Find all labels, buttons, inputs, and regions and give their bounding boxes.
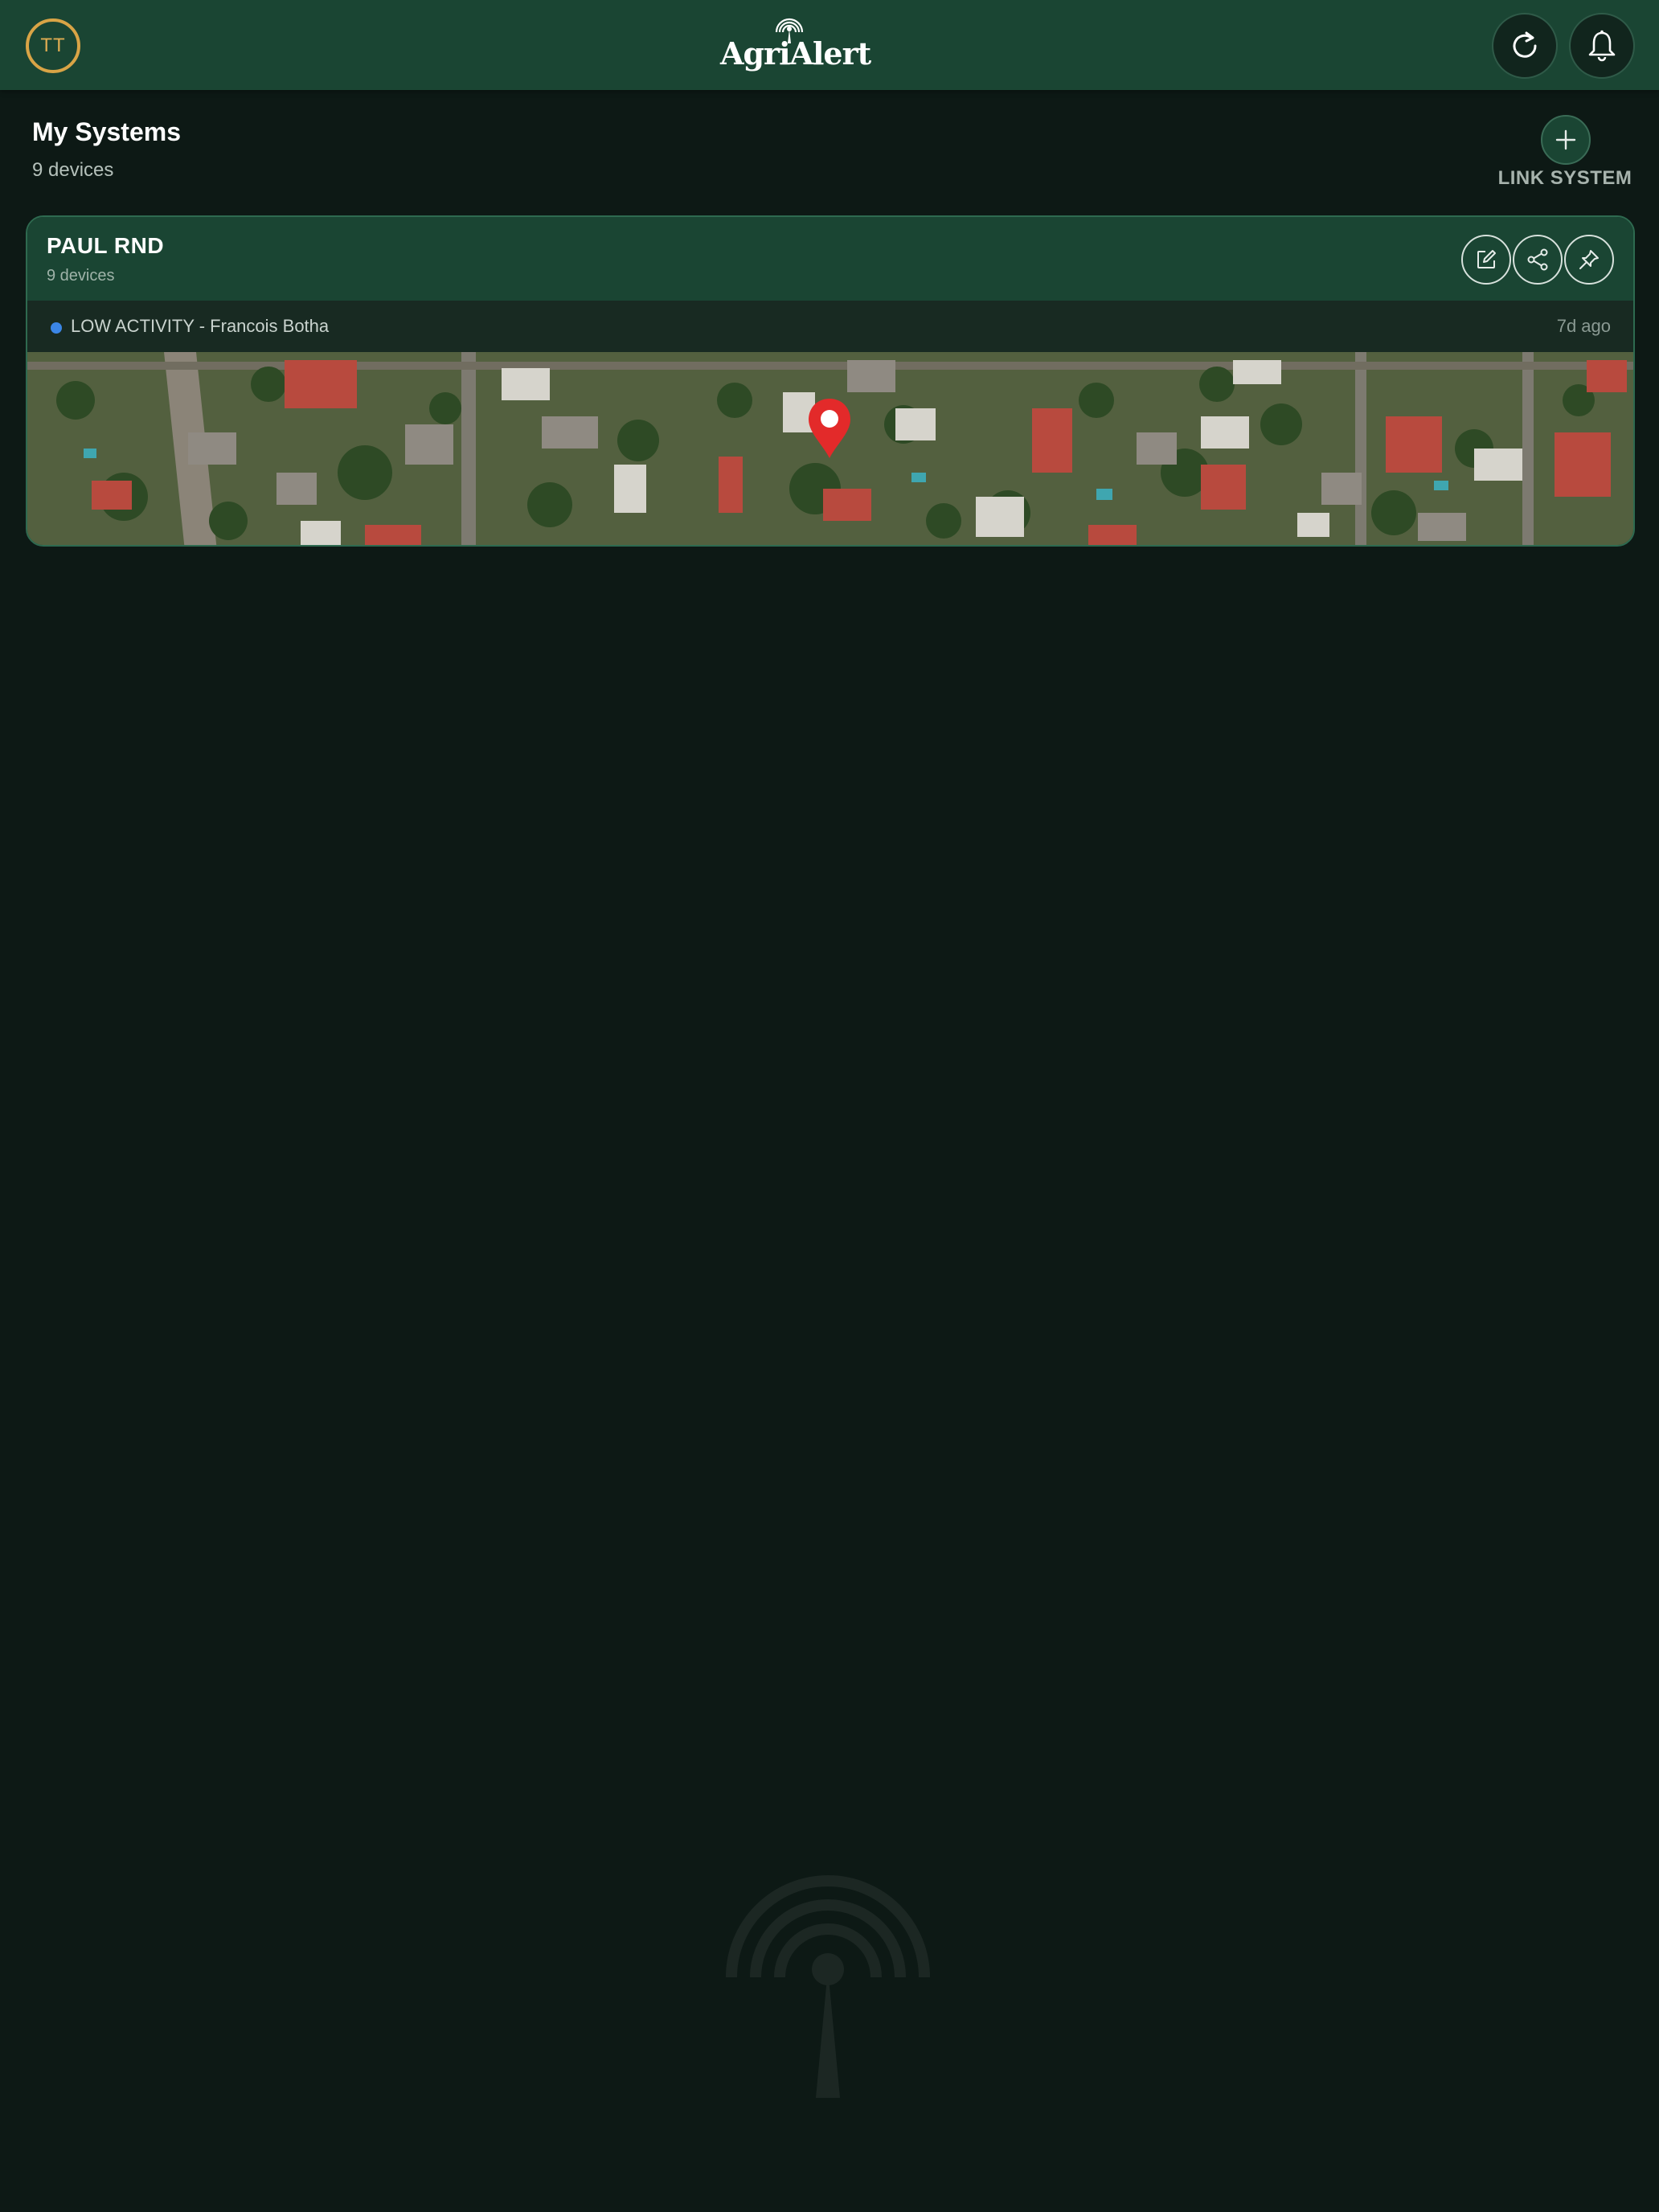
activity-status-dot [51, 322, 62, 334]
device-count: 9 devices [32, 159, 114, 181]
system-card[interactable]: PAUL RND 9 devices LOW ACTIVITY - Franco… [26, 215, 1635, 547]
app-logo: AgriAlert [720, 11, 871, 72]
pin-icon [1579, 250, 1599, 269]
notifications-button[interactable] [1569, 13, 1635, 79]
map-pin-icon [809, 399, 850, 458]
page-title: My Systems [32, 117, 181, 146]
system-device-count: 9 devices [47, 267, 115, 285]
activity-row[interactable]: LOW ACTIVITY - Francois Botha 7d ago [27, 301, 1633, 352]
activity-text: LOW ACTIVITY - Francois Botha [71, 316, 330, 336]
link-system-button[interactable] [1541, 115, 1591, 165]
activity-time: 7d ago [1556, 316, 1611, 336]
bell-icon [1588, 30, 1616, 62]
refresh-button[interactable] [1492, 13, 1558, 79]
edit-button[interactable] [1461, 235, 1511, 285]
system-name: PAUL RND [47, 233, 165, 258]
share-icon [1527, 248, 1548, 271]
user-avatar[interactable]: TT [26, 18, 80, 73]
plus-icon [1555, 129, 1576, 150]
background-watermark-logo [726, 1875, 930, 2098]
logo-text: AgriAlert [720, 35, 871, 72]
pin-button[interactable] [1564, 235, 1614, 285]
avatar-initials: TT [40, 35, 66, 56]
system-map[interactable] [27, 352, 1633, 545]
top-bar: TT AgriAlert [0, 0, 1659, 90]
share-button[interactable] [1513, 235, 1563, 285]
edit-icon [1477, 250, 1496, 268]
system-card-header: PAUL RND 9 devices [27, 217, 1633, 301]
refresh-icon [1513, 31, 1537, 58]
app-screen: TT AgriAlert My Systems 9 devices LINK S… [0, 0, 1659, 2212]
link-system-label[interactable]: LINK SYSTEM [1487, 167, 1643, 190]
